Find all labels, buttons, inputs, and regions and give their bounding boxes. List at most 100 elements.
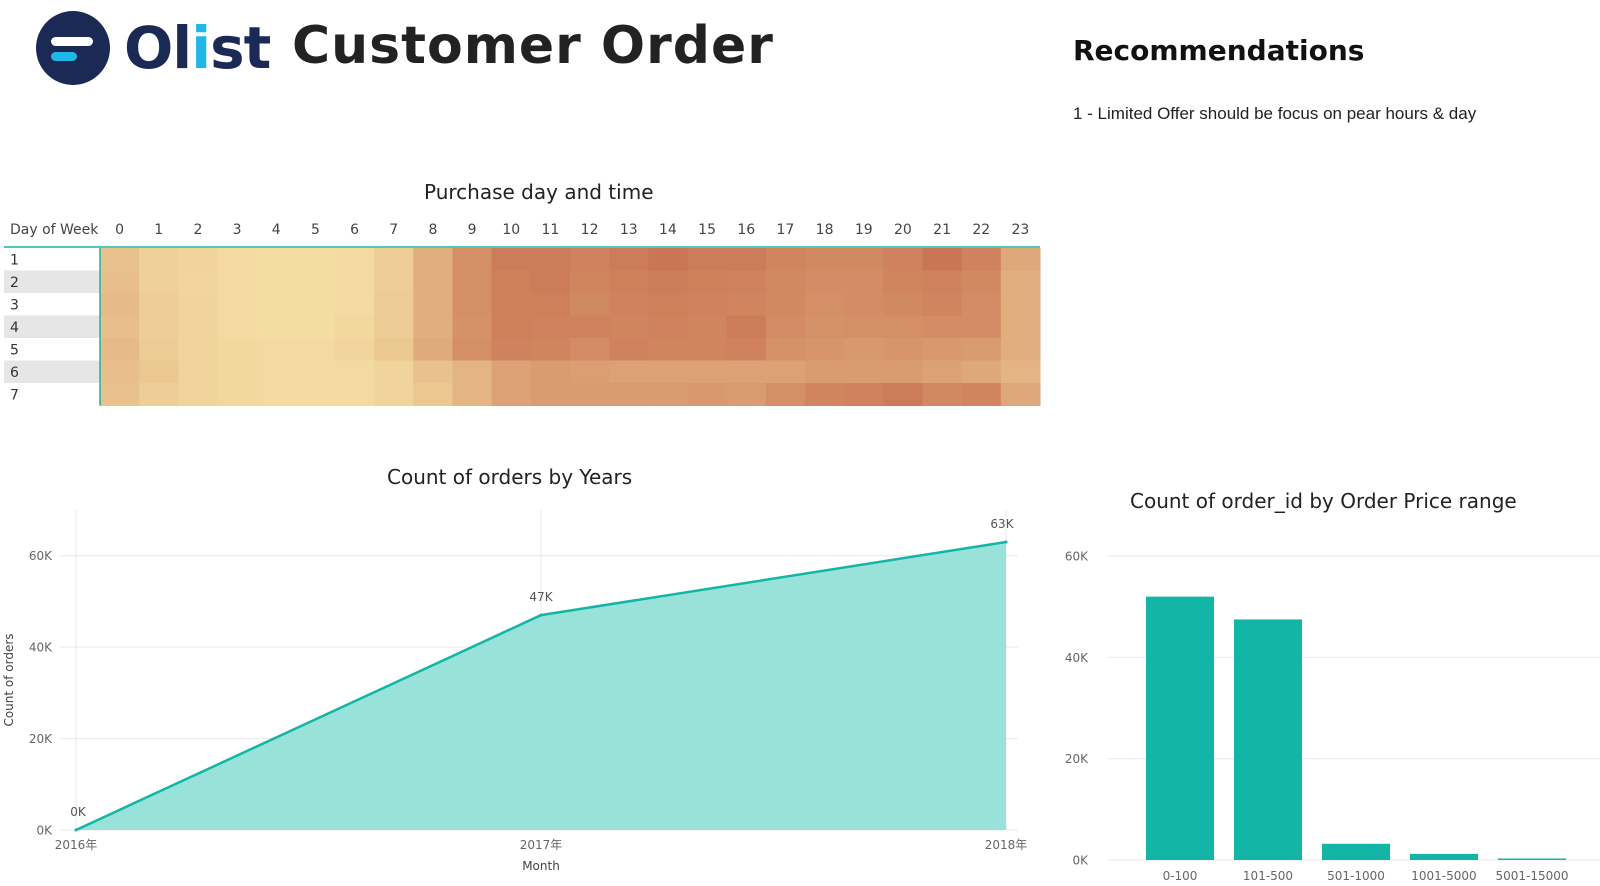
heatmap-cell (570, 338, 610, 361)
heatmap-cell (883, 315, 923, 339)
heatmap-cell (687, 293, 728, 316)
heatmap-col-label: 0 (115, 222, 124, 238)
bar-ytick-label: 20K (1065, 752, 1089, 766)
heatmap-row-label: 5 (10, 342, 19, 358)
heatmap-cell (922, 248, 963, 271)
heatmap-col-label: 7 (389, 222, 398, 238)
heatmap-cell (217, 315, 258, 339)
heatmap-col-label: 17 (777, 222, 795, 238)
heatmap-col-label: 20 (894, 222, 912, 238)
heatmap-cell (256, 248, 297, 271)
area-x-axis-title: Month (522, 859, 560, 873)
heatmap-cell (178, 270, 218, 294)
heatmap-row-label: 1 (10, 252, 19, 268)
heatmap-cell (922, 338, 963, 361)
heatmap-cell (765, 360, 806, 384)
heatmap-cell (413, 338, 453, 361)
heatmap-cell (726, 315, 767, 339)
heatmap-cell (1000, 315, 1041, 339)
heatmap-col-label: 4 (272, 222, 281, 238)
heatmap-cell (648, 293, 688, 316)
bar-category-label: 101-500 (1243, 869, 1293, 883)
area-xtick-label: 2017年 (520, 838, 563, 852)
heatmap-cell (609, 383, 649, 406)
heatmap-cell (374, 248, 414, 271)
heatmap-cell (570, 383, 610, 406)
heatmap-cell (139, 360, 179, 384)
heatmap-cell (961, 270, 1002, 294)
heatmap-cell (256, 293, 297, 316)
heatmap-cell (217, 248, 258, 271)
heatmap-cell (648, 248, 688, 271)
page-title: Customer Order (292, 16, 774, 76)
heatmap-cell (217, 270, 258, 294)
heatmap-cell (726, 383, 767, 406)
heatmap-cell (139, 383, 179, 406)
heatmap-cell (413, 315, 453, 339)
recommendations-title: Recommendations (1073, 34, 1365, 67)
heatmap-cell (295, 270, 336, 294)
heatmap-cell (648, 338, 688, 361)
heatmap-title: Purchase day and time (424, 180, 654, 204)
heatmap-cell (452, 293, 493, 316)
heatmap-row-label: 3 (10, 297, 19, 313)
bar-ytick-label: 40K (1065, 651, 1089, 665)
heatmap-col-label: 9 (468, 222, 477, 238)
heatmap-cell (1000, 360, 1041, 384)
heatmap-cell (961, 293, 1002, 316)
heatmap-row-label: 2 (10, 275, 19, 291)
heatmap-cell (922, 315, 963, 339)
heatmap-cell (413, 293, 453, 316)
heatmap-cell (139, 248, 179, 271)
heatmap-cell (1000, 293, 1041, 316)
bar (1322, 843, 1390, 860)
heatmap-cell (805, 293, 845, 316)
heatmap-cell (687, 270, 728, 294)
heatmap-cell (178, 248, 218, 271)
heatmap-cell (374, 360, 414, 384)
heatmap-cell (648, 383, 688, 406)
heatmap-col-label: 12 (581, 222, 599, 238)
heatmap-cell (961, 248, 1002, 271)
heatmap-cell (961, 338, 1002, 361)
heatmap-cell (1000, 338, 1041, 361)
area-data-label: 47K (529, 590, 553, 604)
heatmap-cell (530, 315, 571, 339)
bar (1146, 596, 1214, 860)
heatmap-cell (178, 293, 218, 316)
bar (1410, 853, 1478, 860)
heatmap-cell (295, 293, 336, 316)
heatmap-col-label: 10 (502, 222, 520, 238)
heatmap-cell (530, 383, 571, 406)
heatmap-row-label: 4 (10, 320, 19, 336)
heatmap-cell (374, 383, 414, 406)
heatmap-cell (413, 383, 453, 406)
heatmap-cell (100, 270, 140, 294)
heatmap-cell (295, 383, 336, 406)
heatmap-cell (726, 360, 767, 384)
heatmap-cell (765, 270, 806, 294)
heatmap-cell (256, 338, 297, 361)
heatmap-cell (100, 248, 140, 271)
heatmap-cell (491, 315, 532, 339)
heatmap-col-label: 8 (428, 222, 437, 238)
heatmap-col-label: 21 (933, 222, 951, 238)
heatmap-cell (844, 270, 884, 294)
heatmap-cell (491, 248, 532, 271)
heatmap-cell (687, 383, 728, 406)
heatmap-cell (570, 270, 610, 294)
heatmap-cell (805, 360, 845, 384)
heatmap-cell (295, 315, 336, 339)
heatmap-cell (530, 248, 571, 271)
area-xtick-label: 2018年 (985, 838, 1028, 852)
heatmap-cell (452, 360, 493, 384)
heatmap-cell (295, 248, 336, 271)
heatmap-cell (1000, 383, 1041, 406)
heatmap-cell (844, 315, 884, 339)
heatmap-cell (765, 315, 806, 339)
heatmap-cell (805, 270, 845, 294)
heatmap-col-label: 11 (542, 222, 560, 238)
heatmap-cell (805, 338, 845, 361)
heatmap-cell (374, 293, 414, 316)
heatmap-cell (452, 315, 493, 339)
